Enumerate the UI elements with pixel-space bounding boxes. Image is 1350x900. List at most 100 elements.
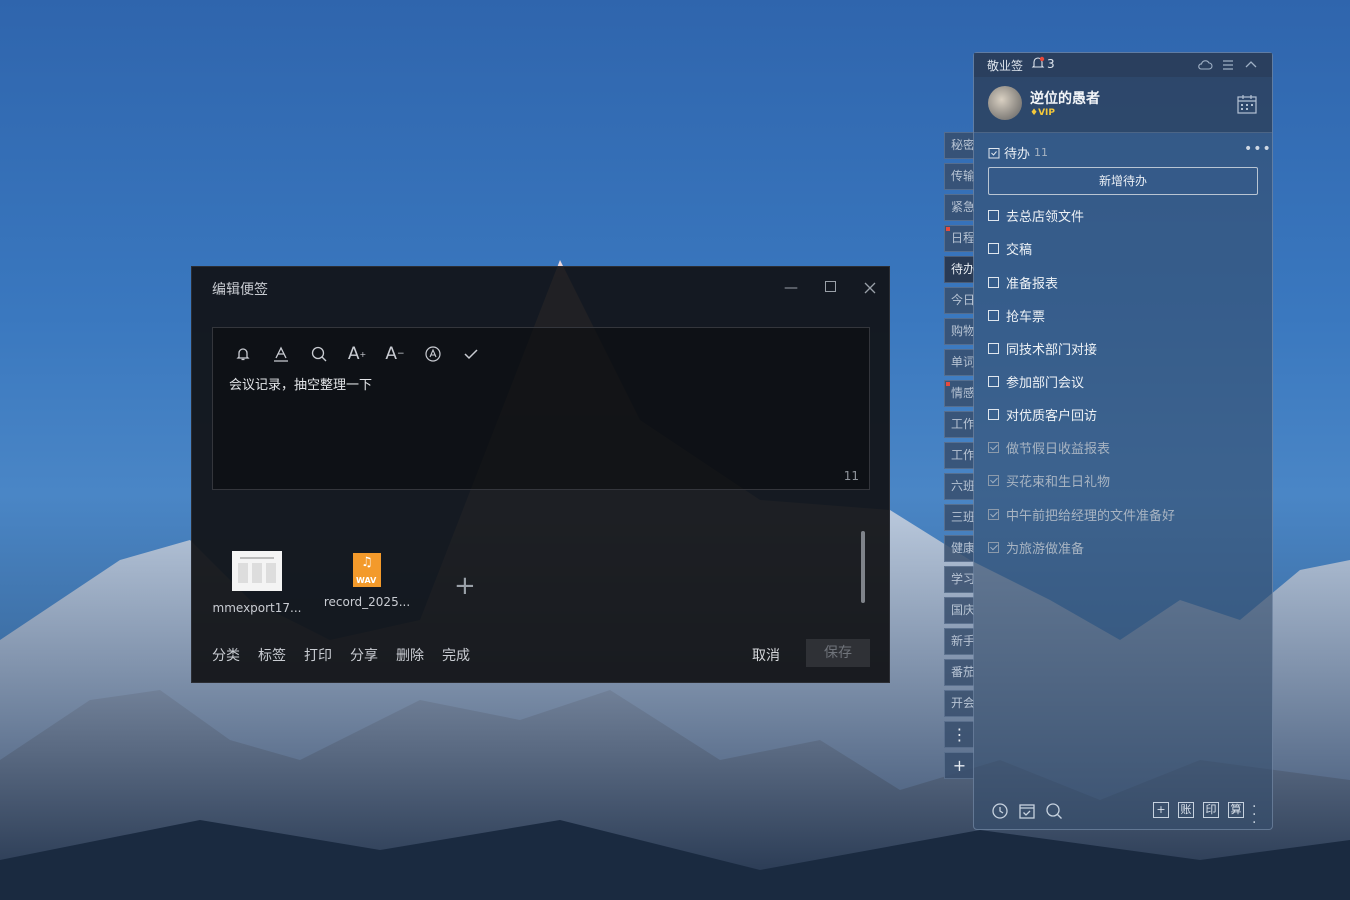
tab-tomato[interactable]: 番茄: [944, 659, 974, 686]
todo-checkbox[interactable]: [988, 309, 999, 321]
add-todo-button[interactable]: 新增待办: [988, 167, 1258, 195]
category-link[interactable]: 分类: [212, 645, 240, 665]
add-note-button[interactable]: +: [1153, 802, 1169, 818]
search-icon[interactable]: [307, 342, 331, 366]
more-options-button[interactable]: •••: [1244, 141, 1272, 157]
tab-schedule[interactable]: 日程: [944, 225, 974, 252]
todo-item-done[interactable]: 中午前把给经理的文件准备好: [988, 502, 1258, 526]
complete-link[interactable]: 完成: [442, 645, 470, 665]
todo-checkbox[interactable]: [988, 209, 999, 221]
search-icon[interactable]: [1044, 801, 1064, 821]
delete-link[interactable]: 删除: [396, 645, 424, 665]
note-content[interactable]: 会议记录，抽空整理一下: [229, 374, 372, 393]
avatar[interactable]: [988, 86, 1022, 120]
add-tab-button[interactable]: +: [944, 752, 974, 779]
clock-icon[interactable]: [990, 801, 1010, 821]
todo-item[interactable]: 参加部门会议: [988, 369, 1258, 393]
tab-urgent[interactable]: 紧急: [944, 194, 974, 221]
collapse-icon[interactable]: [1243, 57, 1259, 73]
character-count: 11: [843, 469, 859, 483]
vertical-dots-icon: ⋮: [951, 725, 968, 744]
font-color-icon[interactable]: [269, 342, 293, 366]
attachment-name: mmexport17...: [212, 601, 302, 615]
todo-item[interactable]: 对优质客户回访: [988, 402, 1258, 426]
more-vertical-icon[interactable]: · · ·: [1252, 800, 1256, 830]
tab-emotion[interactable]: 情感: [944, 380, 974, 407]
attachment-list: mmexport17... ♫ WAV record_2025...: [212, 547, 412, 615]
print-button[interactable]: 印: [1203, 802, 1219, 818]
tab-meeting[interactable]: 开会: [944, 690, 974, 717]
print-link[interactable]: 打印: [304, 645, 332, 665]
tab-health[interactable]: 健康: [944, 535, 974, 562]
tab-todo[interactable]: 待办: [944, 256, 974, 283]
add-attachment-button[interactable]: +: [454, 573, 476, 599]
account-button[interactable]: 账: [1178, 802, 1194, 818]
tab-class-six[interactable]: 六班: [944, 473, 974, 500]
todo-checkbox[interactable]: [988, 408, 999, 420]
todo-item-done[interactable]: 做节假日收益报表: [988, 435, 1258, 459]
attachment-item[interactable]: mmexport17...: [212, 547, 302, 615]
cancel-button[interactable]: 取消: [752, 645, 780, 665]
user-name: 逆位的愚者: [1030, 91, 1100, 107]
minimize-button[interactable]: —: [778, 275, 804, 301]
todo-item[interactable]: 去总店领文件: [988, 203, 1258, 227]
tab-secret[interactable]: 秘密: [944, 132, 974, 159]
todo-checkbox-checked[interactable]: [988, 474, 999, 486]
cloud-sync-icon[interactable]: [1197, 57, 1213, 73]
attachment-name: record_2025...: [323, 595, 411, 609]
note-editor[interactable]: A + A − 会议记录，抽空整理一下 11: [212, 327, 870, 490]
font-increase-icon[interactable]: A +: [345, 342, 369, 366]
tab-work-2[interactable]: 工作: [944, 442, 974, 469]
share-link[interactable]: 分享: [350, 645, 378, 665]
menu-icon[interactable]: [1220, 57, 1236, 73]
auto-format-icon[interactable]: [421, 342, 445, 366]
plus-icon: +: [952, 756, 967, 775]
todo-item-done[interactable]: 为旅游做准备: [988, 535, 1258, 559]
todo-checkbox-checked[interactable]: [988, 508, 999, 520]
edit-note-dialog: 编辑便签 — A + A − 会议记录，抽空整理一下 11 mmexport17…: [191, 266, 890, 683]
todo-panel: 敬业签 3 逆位的愚者 ♦VIP 待办 11 ••• 新增待办 去总店领文件 交…: [973, 52, 1273, 830]
tab-today[interactable]: 今日: [944, 287, 974, 314]
tag-link[interactable]: 标签: [258, 645, 286, 665]
check-icon[interactable]: [459, 342, 483, 366]
wav-file-icon: ♫ WAV: [353, 553, 381, 587]
tab-beginner[interactable]: 新手: [944, 628, 974, 655]
scrollbar[interactable]: [861, 531, 865, 603]
close-button[interactable]: [857, 275, 883, 301]
vip-badge: ♦VIP: [1030, 108, 1055, 118]
tab-words[interactable]: 单词: [944, 349, 974, 376]
todo-checkbox-checked[interactable]: [988, 441, 999, 453]
todo-check-icon[interactable]: [1017, 801, 1037, 821]
todo-item[interactable]: 抢车票: [988, 303, 1258, 327]
todo-checkbox[interactable]: [988, 375, 999, 387]
more-tabs-button[interactable]: ⋮: [944, 721, 974, 748]
tab-class-three[interactable]: 三班: [944, 504, 974, 531]
tab-work-1[interactable]: 工作: [944, 411, 974, 438]
todo-checkbox[interactable]: [988, 276, 999, 288]
todo-item[interactable]: 交稿: [988, 236, 1258, 260]
maximize-icon: [824, 281, 836, 292]
font-decrease-icon[interactable]: A −: [383, 342, 407, 366]
calendar-icon[interactable]: [1235, 92, 1259, 116]
maximize-button[interactable]: [817, 275, 843, 301]
todo-item[interactable]: 同技术部门对接: [988, 336, 1258, 360]
close-icon: [864, 282, 876, 294]
attachment-item[interactable]: ♫ WAV record_2025...: [322, 547, 412, 615]
note-actions: 分类 标签 打印 分享 删除 完成: [212, 645, 470, 665]
notification-count: 3: [1047, 57, 1055, 71]
todo-item-done[interactable]: 买花束和生日礼物: [988, 468, 1258, 492]
tab-study[interactable]: 学习: [944, 566, 974, 593]
notification-bell-icon[interactable]: [1031, 56, 1045, 70]
calculator-button[interactable]: 算: [1228, 802, 1244, 818]
todo-checkbox-checked[interactable]: [988, 541, 999, 553]
app-name: 敬业签: [987, 59, 1024, 73]
todo-checkbox[interactable]: [988, 242, 999, 254]
tab-shopping[interactable]: 购物: [944, 318, 974, 345]
bell-icon[interactable]: [231, 342, 255, 366]
save-button[interactable]: 保存: [806, 639, 870, 667]
tab-transfer[interactable]: 传输: [944, 163, 974, 190]
todo-item[interactable]: 准备报表: [988, 270, 1258, 294]
tab-national-day[interactable]: 国庆: [944, 597, 974, 624]
dialog-title: 编辑便签: [212, 282, 268, 298]
todo-checkbox[interactable]: [988, 342, 999, 354]
